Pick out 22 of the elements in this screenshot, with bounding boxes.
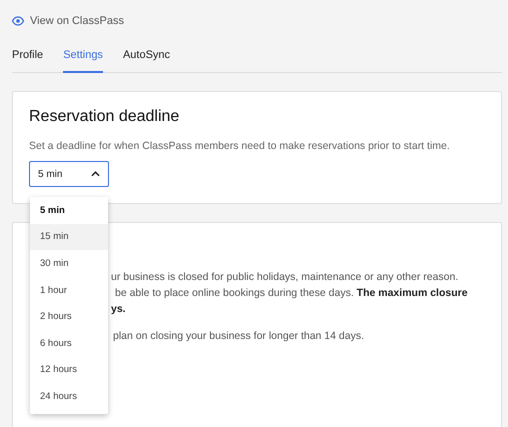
tab[interactable]: Profile bbox=[12, 49, 44, 73]
view-link-label[interactable]: View on ClassPass bbox=[30, 15, 124, 27]
tab[interactable]: Settings bbox=[63, 49, 103, 73]
caret-icon bbox=[91, 171, 100, 177]
eye-icon bbox=[12, 16, 24, 26]
card-text: ur business is closed for public holidays, maintenance or any other reason. bbox=[111, 270, 458, 285]
tab[interactable]: AutoSync bbox=[122, 49, 170, 73]
card-text: ys. bbox=[111, 302, 126, 317]
dropdown-option[interactable]: 30 min bbox=[30, 250, 108, 277]
dropdown-option[interactable]: 5 min bbox=[30, 197, 108, 224]
dropdown-option[interactable]: 12 hours bbox=[30, 356, 108, 384]
card-title: Reservation deadline bbox=[29, 108, 180, 126]
dropdown-option[interactable]: 6 hours bbox=[30, 330, 108, 357]
card-text: be able to place online bookings during these days. The maximum closure bbox=[115, 286, 468, 301]
dropdown-option[interactable]: 2 hours bbox=[30, 303, 108, 330]
deadline-select[interactable]: 5 min bbox=[29, 161, 109, 187]
dropdown-option[interactable]: 1 hour bbox=[30, 276, 108, 304]
dropdown-option[interactable]: 15 min bbox=[30, 224, 108, 250]
card-description: Set a deadline for when ClassPass members need to make reservations prior to start time. bbox=[29, 140, 450, 152]
card-text: plan on closing your business for longer than 14 days. bbox=[113, 329, 364, 344]
dropdown-option[interactable]: 24 hours bbox=[30, 383, 108, 410]
view-link[interactable]: View on ClassPass bbox=[12, 15, 124, 27]
